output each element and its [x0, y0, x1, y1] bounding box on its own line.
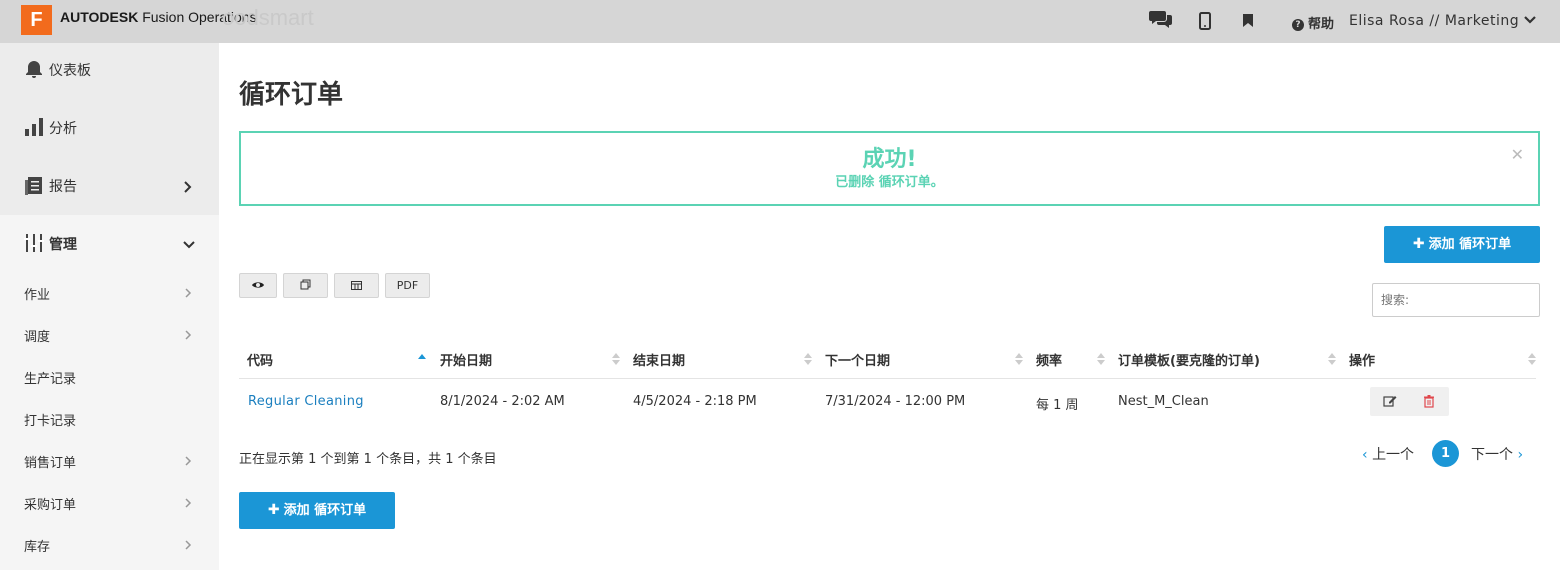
sidebar-item-label: 分析: [49, 121, 77, 137]
sidebar-subitem-label: 库存: [24, 540, 51, 555]
close-icon[interactable]: ✕: [1511, 145, 1524, 164]
sidebar-item-label: 管理: [49, 237, 77, 253]
column-header-actions: 操作: [1349, 354, 1376, 369]
sidebar-subitem-jobs[interactable]: 作业: [0, 272, 219, 314]
sliders-icon: [24, 234, 44, 252]
pagination-previous[interactable]: ‹ 上一个: [1362, 444, 1414, 464]
chevron-right-icon: [185, 330, 192, 340]
button-label: 添加 循环订单: [1428, 237, 1512, 252]
sidebar-item-label: 报告: [49, 179, 77, 195]
sidebar-subitem-label: 生产记录: [24, 372, 77, 387]
sidebar-subitem-label: 采购订单: [24, 498, 77, 513]
brand-autodesk: AUTODESK: [60, 9, 139, 25]
table-header-divider: [239, 378, 1536, 379]
sidebar-subitem-label: 调度: [24, 330, 51, 345]
plus-icon: ✚: [267, 502, 280, 518]
add-recurring-order-button-bottom[interactable]: ✚ 添加 循环订单: [239, 492, 395, 529]
bell-icon: [26, 61, 42, 78]
pdf-export-button[interactable]: PDF: [385, 273, 430, 298]
table-info: 正在显示第 1 个到第 1 个条目，共 1 个条目: [239, 452, 497, 467]
chevron-down-icon[interactable]: [1523, 13, 1537, 27]
sort-icon[interactable]: [1528, 352, 1536, 366]
mobile-icon[interactable]: [1199, 12, 1211, 30]
help-link[interactable]: ? 帮助: [1292, 13, 1334, 32]
report-icon: [25, 177, 42, 195]
column-header-start-date[interactable]: 开始日期: [440, 350, 492, 369]
ghost-brand-text: oodsmart: [222, 5, 314, 30]
columns-button[interactable]: [334, 273, 379, 298]
copy-button[interactable]: [283, 273, 328, 298]
chevron-left-icon: ‹: [1362, 447, 1373, 463]
sort-icon[interactable]: [1097, 352, 1105, 366]
end-date-cell: 4/5/2024 - 2:18 PM: [633, 394, 757, 409]
bar-chart-icon: [25, 118, 43, 136]
next-date-cell: 7/31/2024 - 12:00 PM: [825, 394, 966, 409]
sort-icon[interactable]: [612, 352, 620, 366]
sidebar-subitem-schedule[interactable]: 调度: [0, 314, 219, 356]
sidebar-subitem-label: 作业: [24, 288, 51, 303]
sort-icon[interactable]: [1328, 352, 1336, 366]
edit-icon[interactable]: [1383, 394, 1397, 408]
sidebar-item-label: 仪表板: [49, 63, 91, 79]
chat-icon[interactable]: [1149, 9, 1173, 29]
sidebar-subitem-inventory[interactable]: 库存: [0, 524, 219, 566]
alert-title: 成功!: [862, 147, 917, 172]
sidebar-subitem-clock-records[interactable]: 打卡记录: [0, 398, 219, 440]
success-alert: 成功! 已删除 循环订单。 ✕: [239, 131, 1540, 206]
sort-asc-icon[interactable]: [418, 352, 426, 366]
alert-message: 已删除 循环订单。: [835, 175, 944, 190]
sidebar: 仪表板 分析 报告 管理 作业 调度 生产记录 打卡记录 销售订单 采购订单 库…: [0, 43, 219, 570]
plus-icon: ✚: [1412, 236, 1425, 252]
toggle-visibility-button[interactable]: [239, 273, 277, 298]
column-header-code[interactable]: 代码: [247, 350, 273, 369]
sidebar-subitem-purchase-orders[interactable]: 采购订单: [0, 482, 219, 524]
eye-icon: [252, 282, 264, 288]
add-recurring-order-button-top[interactable]: ✚ 添加 循环订单: [1384, 226, 1540, 263]
pagination-page-1[interactable]: 1: [1432, 440, 1459, 467]
column-header-frequency[interactable]: 频率: [1036, 350, 1062, 369]
chevron-right-icon: [184, 181, 192, 193]
pagination-next-label: 下一个: [1471, 447, 1513, 463]
chevron-right-icon: [185, 540, 192, 550]
chevron-right-icon: [185, 498, 192, 508]
copy-icon: [300, 279, 311, 290]
sidebar-subitem-production-records[interactable]: 生产记录: [0, 356, 219, 398]
pagination-next[interactable]: 下一个 ›: [1471, 444, 1523, 464]
start-date-cell: 8/1/2024 - 2:02 AM: [440, 394, 565, 409]
user-menu[interactable]: Elisa Rosa // Marketing: [1349, 13, 1519, 29]
sidebar-item-reports[interactable]: 报告: [0, 159, 219, 217]
sidebar-subitem-label: 销售订单: [24, 456, 77, 471]
trash-icon[interactable]: [1422, 394, 1436, 408]
sort-icon[interactable]: [1015, 352, 1023, 366]
sidebar-subitem-label: 打卡记录: [24, 414, 77, 429]
top-bar: F AUTODESK Fusion Operations oodsmart ? 帮…: [0, 0, 1560, 43]
fusion-logo[interactable]: F: [21, 5, 52, 35]
column-header-end-date[interactable]: 结束日期: [633, 350, 685, 369]
chevron-right-icon: [185, 288, 192, 298]
pagination-previous-label: 上一个: [1372, 447, 1415, 463]
column-header-order-template[interactable]: 订单模板(要克隆的订单): [1118, 350, 1260, 369]
column-header-next-date[interactable]: 下一个日期: [825, 350, 890, 369]
page-title: 循环订单: [239, 80, 344, 110]
sidebar-item-manage[interactable]: 管理: [0, 215, 219, 273]
bookmark-icon[interactable]: [1243, 14, 1253, 27]
search-input[interactable]: [1372, 283, 1540, 317]
columns-icon: [351, 281, 362, 290]
row-actions: [1370, 387, 1449, 416]
sidebar-item-analytics[interactable]: 分析: [0, 101, 219, 159]
sidebar-subitem-sales-orders[interactable]: 销售订单: [0, 440, 219, 482]
chevron-right-icon: ›: [1513, 447, 1524, 463]
frequency-cell: 每 1 周: [1036, 398, 1079, 413]
chevron-right-icon: [185, 456, 192, 466]
help-label: 帮助: [1308, 17, 1335, 32]
chevron-down-icon: [183, 241, 195, 249]
order-code-link[interactable]: Regular Cleaning: [248, 394, 364, 409]
button-label: 添加 循环订单: [283, 503, 367, 518]
sort-icon[interactable]: [804, 352, 812, 366]
template-cell: Nest_M_Clean: [1118, 394, 1209, 409]
help-icon: ?: [1292, 19, 1304, 31]
sidebar-item-dashboard[interactable]: 仪表板: [0, 43, 219, 101]
